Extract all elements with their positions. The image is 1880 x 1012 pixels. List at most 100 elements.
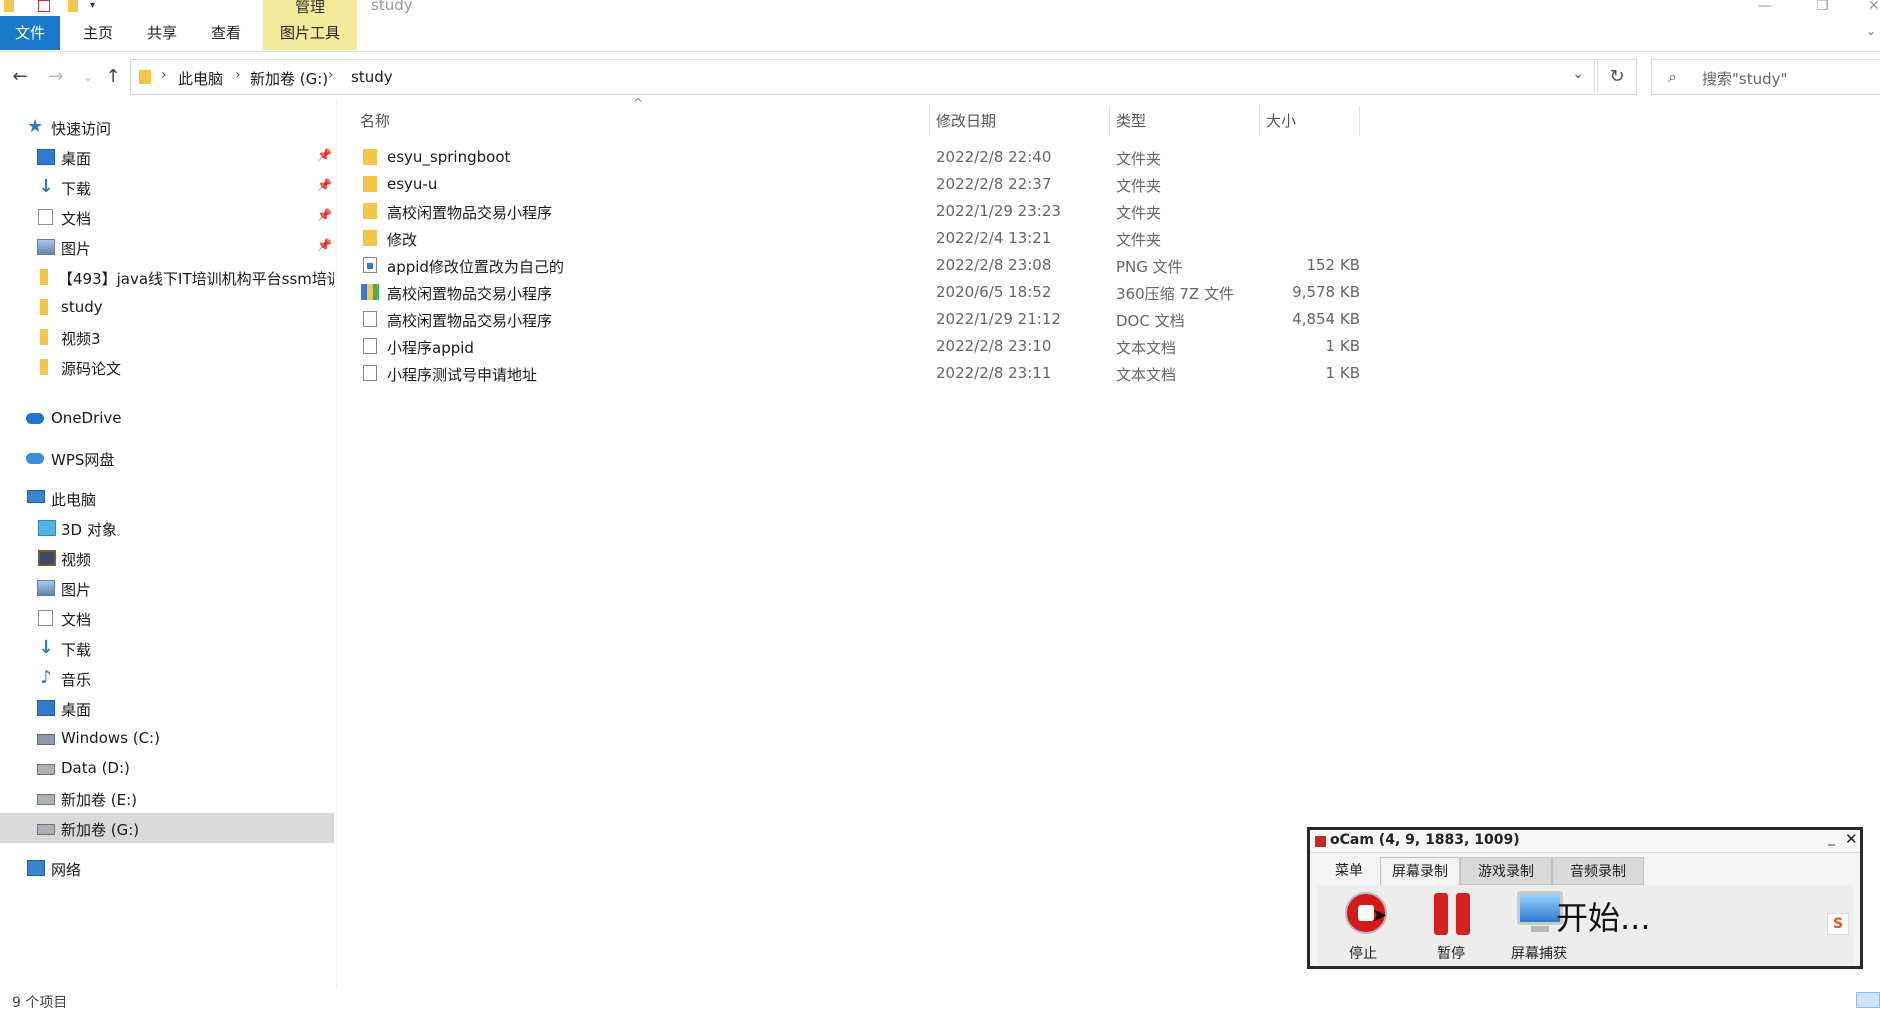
sidebar-item-drive-e[interactable]: 新加卷 (E:) — [0, 783, 334, 813]
folder-icon — [4, 0, 14, 12]
sidebar-item-label: WPS网盘 — [51, 451, 115, 469]
ocam-tabs: 菜单 屏幕录制 游戏录制 音频录制 — [1318, 857, 1858, 885]
text-file-icon — [363, 365, 377, 381]
properties-icon[interactable] — [38, 0, 50, 12]
sidebar-item-network[interactable]: 网络 — [0, 853, 334, 883]
sidebar-item-3d-objects[interactable]: 3D 对象 — [0, 513, 334, 543]
sidebar-item-music[interactable]: ♪ 音乐 — [0, 663, 334, 693]
pin-icon: 📌 — [317, 238, 332, 252]
tab-picture-tools[interactable]: 图片工具 — [263, 16, 357, 50]
expand-ribbon-icon[interactable]: ⌄ — [1866, 24, 1876, 38]
title-bar: ▾ 管理 study — ❐ ✕ — [0, 0, 1880, 16]
folder-icon — [363, 176, 377, 192]
sidebar-item-pictures-pc[interactable]: 图片 — [0, 573, 334, 603]
sidebar-item-source-papers[interactable]: 源码论文 — [0, 352, 334, 382]
sidebar-item-this-pc[interactable]: 此电脑 — [0, 483, 334, 513]
document-icon — [38, 610, 53, 626]
file-date: 2022/1/29 23:23 — [936, 202, 1061, 220]
sidebar-item-onedrive[interactable]: OneDrive — [0, 403, 334, 433]
ocam-tab-game-record[interactable]: 游戏录制 — [1460, 857, 1552, 885]
sidebar-item-documents[interactable]: 文档 📌 — [0, 202, 334, 232]
ocam-minimize-button[interactable]: _ — [1828, 830, 1835, 846]
column-header-name[interactable]: 名称 — [360, 110, 390, 131]
forward-arrow-icon[interactable]: → — [45, 66, 67, 88]
sidebar-item-desktop[interactable]: 桌面 📌 — [0, 142, 334, 172]
folder-icon — [363, 149, 377, 165]
customize-quick-access-icon[interactable]: ▾ — [90, 0, 100, 12]
ocam-close-button[interactable]: ✕ — [1845, 830, 1858, 848]
file-row[interactable]: 小程序appid 2022/2/8 23:10 文本文档 1 KB — [350, 333, 1360, 360]
ocam-tab-menu[interactable]: 菜单 — [1318, 857, 1380, 885]
tab-view[interactable]: 查看 — [198, 16, 254, 50]
breadcrumb-drive-g[interactable]: 新加卷 (G:) — [250, 68, 328, 89]
status-item-count: 9 个项目 — [12, 995, 68, 1011]
refresh-button[interactable]: ↻ — [1597, 59, 1637, 95]
file-row[interactable]: 修改 2022/2/4 13:21 文件夹 — [350, 225, 1360, 252]
sidebar-item-desktop-pc[interactable]: 桌面 — [0, 693, 334, 723]
sidebar-item-pictures[interactable]: 图片 📌 — [0, 232, 334, 262]
ribbon-tabs: 文件 主页 共享 查看 图片工具 ⌄ — [0, 16, 1880, 52]
details-view-button[interactable] — [1856, 992, 1880, 1008]
desktop-icon — [37, 700, 55, 716]
ocam-title: oCam (4, 9, 1883, 1009) — [1330, 832, 1520, 848]
sidebar-item-drive-g[interactable]: 新加卷 (G:) — [0, 813, 334, 843]
close-button[interactable]: ✕ — [1868, 0, 1880, 14]
sidebar-item-quick-access[interactable]: ★ 快速访问 — [0, 112, 334, 142]
chevron-right-icon[interactable]: › — [328, 67, 334, 83]
file-row[interactable]: appid修改位置改为自己的 2022/2/8 23:08 PNG 文件 152… — [350, 252, 1360, 279]
ocam-pause-button[interactable]: 暂停 — [1416, 885, 1486, 965]
column-divider[interactable] — [1109, 106, 1110, 136]
file-row[interactable]: 高校闲置物品交易小程序 2022/1/29 21:12 DOC 文档 4,854… — [350, 306, 1360, 333]
file-type: 360压缩 7Z 文件 — [1116, 285, 1234, 303]
tab-file[interactable]: 文件 — [0, 16, 60, 50]
chevron-right-icon[interactable]: › — [235, 67, 241, 83]
sidebar-item-videos[interactable]: 视频 — [0, 543, 334, 573]
file-date: 2022/2/8 22:40 — [936, 148, 1052, 166]
sidebar-item-drive-d[interactable]: Data (D:) — [0, 753, 334, 783]
column-header-size[interactable]: 大小 — [1266, 110, 1296, 131]
sidebar-item-study[interactable]: study — [0, 292, 334, 322]
chevron-down-icon[interactable]: ⌄ — [1572, 66, 1584, 82]
sidebar-item-downloads[interactable]: ↓ 下载 📌 — [0, 172, 334, 202]
ocam-tab-audio-record[interactable]: 音频录制 — [1552, 857, 1644, 885]
back-arrow-icon[interactable]: ← — [9, 66, 31, 88]
chevron-right-icon[interactable]: › — [161, 67, 167, 83]
file-row[interactable]: esyu_springboot 2022/2/8 22:40 文件夹 — [350, 144, 1360, 171]
breadcrumb-study[interactable]: study — [351, 68, 393, 86]
sidebar-item-downloads-pc[interactable]: ↓ 下载 — [0, 633, 334, 663]
file-row[interactable]: 高校闲置物品交易小程序 2022/1/29 23:23 文件夹 — [350, 198, 1360, 225]
column-header-type[interactable]: 类型 — [1116, 110, 1146, 131]
column-divider[interactable] — [1259, 106, 1260, 136]
file-row[interactable]: 小程序测试号申请地址 2022/2/8 23:11 文本文档 1 KB — [350, 360, 1360, 387]
folder-icon — [363, 203, 377, 219]
sidebar-item-video3[interactable]: 视频3 — [0, 322, 334, 352]
ocam-tab-screen-record[interactable]: 屏幕录制 — [1380, 857, 1460, 885]
ocam-title-bar[interactable]: oCam (4, 9, 1883, 1009) _ ✕ — [1310, 830, 1860, 853]
navigation-pane: ★ 快速访问 桌面 📌 ↓ 下载 📌 文档 📌 图片 📌 【493】java线下… — [0, 110, 336, 990]
search-input[interactable]: ⌕ 搜索"study" — [1651, 59, 1880, 95]
recent-locations-icon[interactable]: ⌄ — [77, 66, 99, 88]
sidebar-item-java-project[interactable]: 【493】java线下IT培训机构平台ssm培训 — [0, 262, 334, 292]
column-header-date[interactable]: 修改日期 — [936, 110, 996, 131]
maximize-button[interactable]: ❐ — [1816, 0, 1829, 14]
address-bar[interactable]: › 此电脑 › 新加卷 (G:) › study ⌄ — [130, 59, 1595, 95]
up-arrow-icon[interactable]: ↑ — [102, 66, 124, 88]
sidebar-item-documents-pc[interactable]: 文档 — [0, 603, 334, 633]
column-divider[interactable] — [1359, 106, 1360, 136]
tab-share[interactable]: 共享 — [134, 16, 190, 50]
sidebar-item-drive-c[interactable]: Windows (C:) — [0, 723, 334, 753]
column-divider[interactable] — [929, 106, 930, 136]
manage-context-tab[interactable]: 管理 — [263, 0, 357, 16]
new-folder-icon[interactable] — [68, 0, 78, 12]
ocam-stop-button[interactable]: 停止 — [1328, 885, 1398, 965]
minimize-button[interactable]: — — [1758, 0, 1772, 14]
breadcrumb-this-pc[interactable]: 此电脑 — [178, 68, 223, 89]
file-row[interactable]: 高校闲置物品交易小程序 2020/6/5 18:52 360压缩 7Z 文件 9… — [350, 279, 1360, 306]
file-type: 文件夹 — [1116, 150, 1162, 168]
sidebar-item-wps[interactable]: WPS网盘 — [0, 443, 334, 473]
sidebar-item-label: 3D 对象 — [61, 521, 117, 539]
sogou-ime-icon[interactable]: S — [1827, 913, 1849, 935]
file-row[interactable]: esyu-u 2022/2/8 22:37 文件夹 — [350, 171, 1360, 198]
network-icon — [27, 860, 45, 876]
tab-home[interactable]: 主页 — [70, 16, 126, 50]
